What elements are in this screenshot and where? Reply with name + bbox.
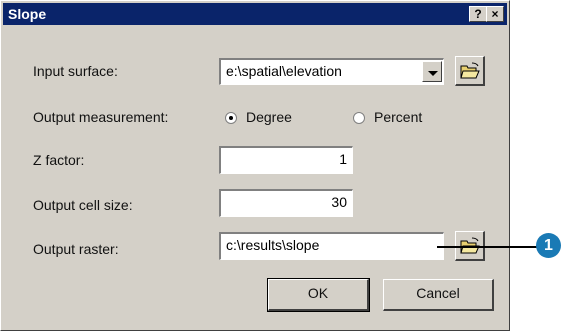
input-surface-value: e:\spatial\elevation: [226, 63, 342, 79]
input-surface-label: Input surface:: [33, 63, 118, 79]
cell-size-value: 30: [331, 194, 347, 210]
output-raster-label: Output raster:: [33, 241, 119, 257]
callout-badge: 1: [536, 233, 561, 258]
output-raster-input[interactable]: c:\results\slope: [219, 232, 444, 260]
help-button[interactable]: ?: [469, 6, 487, 22]
close-button[interactable]: ×: [486, 6, 504, 22]
dialog-title: Slope: [8, 6, 47, 22]
ok-button[interactable]: OK: [267, 278, 370, 312]
cell-size-input[interactable]: 30: [219, 189, 353, 217]
z-factor-label: Z factor:: [33, 152, 85, 168]
z-factor-value: 1: [339, 151, 347, 167]
degree-radio[interactable]: [225, 112, 237, 124]
input-surface-browse-button[interactable]: [455, 56, 485, 86]
callout-leader-line: [437, 246, 540, 248]
output-raster-value: c:\results\slope: [226, 237, 320, 253]
open-folder-icon: [460, 62, 480, 79]
cancel-button[interactable]: Cancel: [383, 279, 494, 311]
degree-option-label: Degree: [246, 109, 292, 125]
percent-option-label: Percent: [374, 109, 423, 125]
output-measurement-label: Output measurement:: [33, 109, 169, 125]
percent-radio[interactable]: [353, 112, 365, 124]
input-surface-dropdown-button[interactable]: [422, 61, 442, 82]
input-surface-field[interactable]: e:\spatial\elevation: [219, 58, 444, 85]
cell-size-label: Output cell size:: [33, 197, 133, 213]
slope-dialog: Slope ? × Input surface: e:\spatial\elev…: [0, 0, 510, 331]
title-bar: Slope ? ×: [3, 3, 507, 25]
z-factor-input[interactable]: 1: [219, 146, 353, 174]
